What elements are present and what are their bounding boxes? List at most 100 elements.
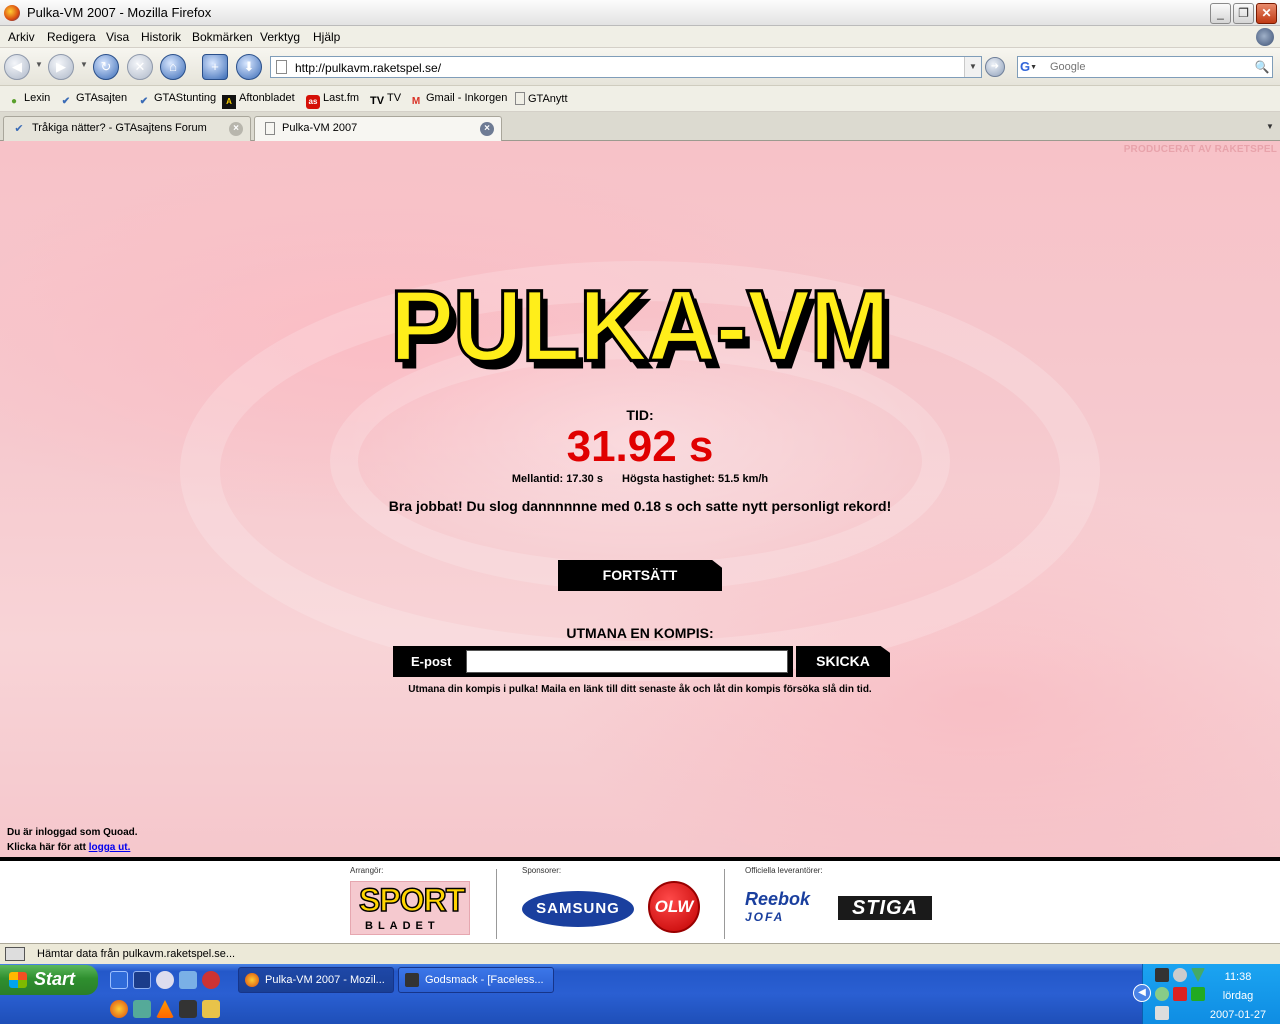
menu-redigera[interactable]: Redigera: [47, 30, 96, 44]
tray-app-icon[interactable]: [1155, 968, 1169, 982]
footer-divider: [496, 869, 497, 939]
firefox-icon[interactable]: [110, 1000, 128, 1018]
close-tab-icon[interactable]: ×: [229, 122, 243, 136]
taskbar-item-label: Pulka-VM 2007 - Mozil...: [265, 974, 385, 986]
media-player-icon[interactable]: [156, 971, 174, 989]
throbber-icon: [1256, 28, 1274, 46]
gta-icon: ✔: [14, 123, 24, 135]
search-engine-icon[interactable]: G▼: [1020, 59, 1048, 75]
bookmark-tv[interactable]: TV TV: [370, 92, 401, 108]
bookmark-gtanytt[interactable]: GTAnytt: [515, 92, 568, 105]
clock-date: 2007-01-27: [1209, 1009, 1267, 1021]
send-button[interactable]: SKICKA: [796, 646, 890, 677]
logout-link[interactable]: logga ut.: [89, 842, 131, 853]
bookmark-gtastunting[interactable]: ✔ GTAStunting: [137, 92, 216, 109]
result-message: Bra jobbat! Du slog dannnnnne med 0.18 s…: [388, 498, 892, 514]
menu-verktyg[interactable]: Verktyg: [260, 30, 300, 44]
minimize-button[interactable]: _: [1210, 3, 1231, 24]
menu-visa[interactable]: Visa: [106, 30, 129, 44]
maximize-button[interactable]: ❐: [1233, 3, 1254, 24]
stop-button[interactable]: ✕: [127, 54, 153, 80]
download-icon[interactable]: [179, 1000, 197, 1018]
taskbar-item-godsmack[interactable]: Godsmack - [Faceless...: [398, 967, 554, 993]
menu-arkiv[interactable]: Arkiv: [8, 30, 35, 44]
olw-logo[interactable]: OLW: [648, 881, 700, 933]
reebok-text: Reebok: [745, 889, 811, 909]
page-icon: [515, 92, 525, 105]
tray-messenger-icon[interactable]: [1155, 987, 1169, 1001]
email-field[interactable]: [466, 650, 788, 673]
bookmark-aftonbladet[interactable]: A Aftonbladet: [222, 92, 295, 109]
taskbar-item-label: Godsmack - [Faceless...: [425, 974, 544, 986]
page-icon: [276, 60, 287, 74]
email-form: E-post: [393, 646, 793, 677]
volume-icon[interactable]: [1155, 1006, 1169, 1020]
aftonbladet-icon: A: [222, 95, 236, 109]
close-tab-icon[interactable]: ×: [480, 122, 494, 136]
start-button[interactable]: Start: [0, 965, 98, 995]
clock-time: 11:38: [1224, 971, 1252, 983]
start-label: Start: [34, 969, 76, 989]
logout-line: Klicka här för att logga ut.: [7, 840, 138, 855]
firefox-icon: [4, 5, 20, 21]
music-player-icon: [405, 973, 419, 987]
sponsor-footer: Arrangör: SPORT BLADET Sponsorer: SAMSUN…: [0, 857, 1280, 943]
back-button[interactable]: ◀: [4, 54, 30, 80]
organizer-label: Arrangör:: [350, 866, 384, 875]
suppliers-label: Officiella leverantörer:: [745, 866, 823, 875]
address-bar[interactable]: ▼: [270, 56, 982, 78]
tray-ati-icon[interactable]: [1173, 987, 1187, 1001]
ie-icon[interactable]: [110, 971, 128, 989]
reebok-jofa-logo[interactable]: Reebok JOFA: [745, 889, 830, 929]
menu-bar: Arkiv Redigera Visa Historik Bokmärken V…: [0, 26, 1280, 48]
pulka-vm-logo: PULKA-VM PULKA-VM: [389, 272, 896, 387]
sportbladet-logo[interactable]: SPORT BLADET: [350, 881, 470, 935]
email-label: E-post: [411, 654, 452, 669]
reload-button[interactable]: ↻: [93, 54, 119, 80]
top-speed: Högsta hastighet: 51.5 km/h: [622, 473, 769, 485]
menu-bokmarken[interactable]: Bokmärken: [192, 30, 253, 44]
url-input[interactable]: [295, 60, 955, 76]
url-dropdown-icon[interactable]: ▼: [964, 57, 981, 77]
sportbladet-logo-top: SPORT: [358, 881, 466, 919]
tray-network-icon[interactable]: [1173, 968, 1187, 982]
menu-historik[interactable]: Historik: [141, 30, 181, 44]
menu-hjalp[interactable]: Hjälp: [313, 30, 340, 44]
page-icon: [265, 122, 275, 135]
forward-dropdown-icon[interactable]: ▼: [80, 60, 88, 69]
tab-gtasajten-forum[interactable]: ✔ Tråkiga nätter? - GTAsajtens Forum ×: [3, 116, 251, 141]
stiga-logo[interactable]: STIGA: [838, 896, 932, 920]
tab-list-dropdown-icon[interactable]: ▼: [1262, 117, 1278, 137]
close-button[interactable]: ✕: [1256, 3, 1277, 24]
vlc-icon[interactable]: [156, 1000, 174, 1018]
time-label: TID:: [626, 407, 654, 423]
search-icon[interactable]: 🔍: [1254, 59, 1270, 75]
taskbar-item-firefox[interactable]: Pulka-VM 2007 - Mozil...: [238, 967, 394, 993]
go-button[interactable]: ➜: [985, 57, 1005, 77]
new-tab-button[interactable]: +: [202, 54, 228, 80]
desktop-icon[interactable]: [133, 971, 151, 989]
app-icon[interactable]: [202, 971, 220, 989]
download-button[interactable]: ⬇: [236, 54, 262, 80]
bookmark-lexin[interactable]: ● Lexin: [7, 92, 50, 109]
back-dropdown-icon[interactable]: ▼: [35, 60, 43, 69]
time-value: 31.92 s: [566, 422, 714, 471]
bookmark-gtasajten[interactable]: ✔ GTAsajten: [59, 92, 127, 109]
samsung-logo[interactable]: SAMSUNG: [522, 891, 634, 927]
tab-pulka-vm[interactable]: Pulka-VM 2007 ×: [254, 116, 502, 142]
search-input[interactable]: [1050, 59, 1250, 75]
tab-strip: ✔ Tråkiga nätter? - GTAsajtens Forum × P…: [0, 112, 1280, 142]
status-text: Hämtar data från pulkavm.raketspel.se...: [37, 948, 236, 960]
lexin-icon: ●: [10, 96, 18, 107]
chevron-left-icon[interactable]: ◀: [1133, 984, 1151, 1002]
search-box[interactable]: G▼ 🔍: [1017, 56, 1273, 78]
messenger-icon[interactable]: [179, 971, 197, 989]
people-icon[interactable]: [133, 1000, 151, 1018]
home-button[interactable]: ⌂: [160, 54, 186, 80]
tool-icon[interactable]: [202, 1000, 220, 1018]
continue-button[interactable]: FORTSÄTT: [558, 560, 722, 591]
bookmark-gmail[interactable]: M Gmail - Inkorgen: [409, 92, 507, 109]
bookmark-lastfm[interactable]: as Last.fm: [306, 92, 359, 109]
clock[interactable]: 11:38 lördag 2007-01-27: [1196, 968, 1280, 1024]
forward-button[interactable]: ▶: [48, 54, 74, 80]
